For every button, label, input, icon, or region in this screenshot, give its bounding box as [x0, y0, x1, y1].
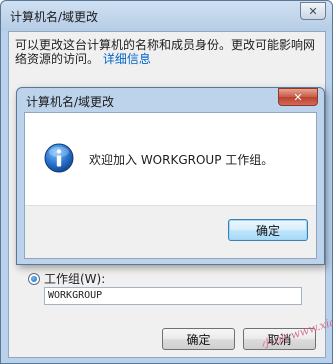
message-box-title: 计算机名/域更改 — [26, 95, 115, 109]
radio-selected-icon[interactable] — [28, 272, 40, 285]
description-text: 可以更改这台计算机的名称和成员身份。更改可能影响网络资源的访问。 详细信息 — [15, 38, 321, 66]
message-text: 欢迎加入 WORKGROUP 工作组。 — [89, 153, 274, 167]
description-label: 可以更改这台计算机的名称和成员身份。更改可能影响网络资源的访问。 — [15, 38, 316, 66]
details-link[interactable]: 详细信息 — [103, 52, 151, 66]
info-icon — [44, 143, 74, 173]
workgroup-radio-label: 工作组(W): — [44, 272, 106, 286]
message-box-body: 欢迎加入 WORKGROUP 工作组。 确定 — [24, 112, 317, 259]
message-box: 计算机名/域更改 ✕ 欢迎加入 WORKGROUP 工作组。 确定 — [16, 87, 325, 265]
close-button[interactable]: ✕ — [300, 2, 326, 20]
message-ok-button[interactable]: 确定 — [228, 219, 308, 241]
workgroup-field[interactable]: WORKGROUP — [44, 287, 302, 305]
message-area: 欢迎加入 WORKGROUP 工作组。 — [25, 113, 316, 205]
message-box-close-button[interactable]: ✕ — [278, 88, 318, 106]
close-icon: ✕ — [293, 90, 303, 104]
ok-button[interactable]: 确定 — [162, 328, 235, 350]
message-box-titlebar[interactable]: 计算机名/域更改 ✕ — [17, 88, 324, 112]
dialog-title: 计算机名/域更改 — [10, 10, 99, 24]
dialog-titlebar[interactable]: 计算机名/域更改 ✕ — [1, 1, 332, 31]
close-icon: ✕ — [308, 4, 318, 18]
workgroup-radio[interactable]: 工作组(W): — [28, 270, 105, 287]
